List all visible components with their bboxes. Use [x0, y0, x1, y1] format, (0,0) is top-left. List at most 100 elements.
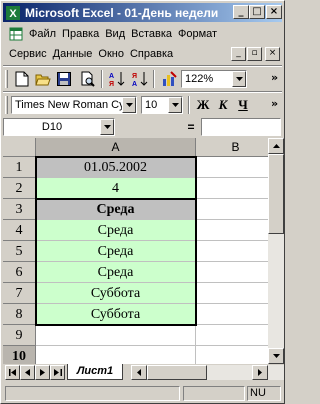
row-header-9[interactable]: 9 — [3, 325, 36, 346]
menu-format[interactable]: Формат — [175, 28, 220, 40]
row-header-6[interactable]: 6 — [3, 262, 36, 283]
underline-button[interactable]: Ч — [234, 96, 252, 114]
select-all-corner[interactable] — [3, 138, 36, 157]
doc-restore-button[interactable]: ▫ — [247, 47, 262, 61]
svg-text:Я: Я — [109, 81, 114, 87]
formula-input[interactable] — [201, 118, 281, 136]
row-header-10[interactable]: 10 — [3, 346, 36, 364]
row-header-5[interactable]: 5 — [3, 241, 36, 262]
menu-help[interactable]: Справка — [127, 48, 176, 60]
menu-tools[interactable]: Сервис — [6, 48, 50, 60]
cell-a8[interactable]: Суббота — [36, 304, 196, 325]
maximize-button[interactable]: □ — [249, 5, 265, 19]
row-header-1[interactable]: 1 — [3, 157, 36, 178]
chevron-down-icon[interactable] — [168, 97, 182, 113]
chevron-down-icon[interactable] — [100, 119, 114, 135]
minimize-button[interactable]: _ — [233, 5, 249, 19]
name-box[interactable]: D10 — [3, 118, 115, 136]
scroll-right-icon[interactable] — [252, 365, 268, 380]
title-bar: X Microsoft Excel - 01-День недели _ □ × — [3, 3, 282, 22]
print-preview-icon[interactable] — [77, 69, 98, 89]
cell-a4[interactable]: Среда — [36, 220, 196, 241]
menu-file[interactable]: Файл — [26, 28, 59, 40]
scroll-left-icon[interactable] — [131, 365, 147, 380]
cell-a9[interactable] — [36, 325, 196, 346]
prev-sheet-icon[interactable] — [20, 365, 35, 380]
cell-a1[interactable]: 01.05.2002 — [36, 157, 196, 178]
zoom-select[interactable]: 122% — [181, 70, 247, 88]
cell-a3[interactable]: Среда — [36, 199, 196, 220]
menu-bar: Файл Правка Вид Вставка Формат Сервис Да… — [3, 24, 282, 66]
menu-window[interactable]: Окно — [95, 48, 127, 60]
edit-formula-button[interactable]: = — [183, 118, 199, 136]
toolbar-overflow-icon[interactable]: » — [271, 97, 278, 110]
cell-b10[interactable] — [196, 346, 268, 364]
sort-descending-icon[interactable]: ЯА — [129, 69, 150, 89]
chevron-down-icon[interactable] — [232, 71, 246, 87]
cell-a5[interactable]: Среда — [36, 241, 196, 262]
cell-a7[interactable]: Суббота — [36, 283, 196, 304]
cell-a6[interactable]: Среда — [36, 262, 196, 283]
chart-wizard-icon[interactable] — [158, 69, 179, 89]
svg-text:А: А — [109, 73, 114, 80]
workbook-icon[interactable] — [9, 27, 23, 41]
svg-text:А: А — [132, 81, 137, 87]
font-size-select[interactable]: 10 — [141, 96, 183, 114]
bold-button[interactable]: Ж — [194, 96, 212, 114]
cell-b8[interactable] — [196, 304, 268, 325]
save-disk-icon[interactable] — [53, 69, 74, 89]
sheet-tab-bar: Лист1 — [3, 364, 284, 381]
cell-b4[interactable] — [196, 220, 268, 241]
row-header-3[interactable]: 3 — [3, 199, 36, 220]
scroll-thumb[interactable] — [268, 154, 284, 234]
menu-data[interactable]: Данные — [50, 48, 96, 60]
font-select[interactable]: Times New Roman Cyr — [11, 96, 137, 114]
doc-minimize-button[interactable]: _ — [231, 47, 246, 61]
close-button[interactable]: × — [266, 5, 282, 19]
window-title: Microsoft Excel - 01-День недели — [25, 5, 219, 20]
horizontal-scrollbar[interactable] — [131, 365, 284, 380]
toolbar-overflow-icon[interactable]: » — [271, 71, 278, 84]
toolbar-separator — [188, 96, 190, 114]
row-header-7[interactable]: 7 — [3, 283, 36, 304]
doc-close-button[interactable]: × — [265, 47, 280, 61]
cell-b3[interactable] — [196, 199, 268, 220]
toolbar-grip[interactable] — [5, 70, 8, 88]
row-header-8[interactable]: 8 — [3, 304, 36, 325]
sort-ascending-icon[interactable]: АЯ — [106, 69, 127, 89]
cell-b6[interactable] — [196, 262, 268, 283]
cell-b9[interactable] — [196, 325, 268, 346]
chevron-down-icon[interactable] — [122, 97, 136, 113]
menu-insert[interactable]: Вставка — [128, 28, 175, 40]
cell-b5[interactable] — [196, 241, 268, 262]
cell-a10[interactable] — [36, 346, 196, 364]
cell-a2[interactable]: 4 — [36, 178, 196, 199]
menu-row-1: Файл Правка Вид Вставка Формат — [3, 24, 282, 44]
toolbar-grip[interactable] — [5, 96, 8, 114]
vertical-scrollbar[interactable] — [268, 138, 284, 364]
open-folder-icon[interactable] — [32, 69, 53, 89]
scroll-up-icon[interactable] — [268, 138, 284, 154]
row-header-2[interactable]: 2 — [3, 178, 36, 199]
num-lock-indicator: NU — [247, 386, 281, 401]
row-header-4[interactable]: 4 — [3, 220, 36, 241]
zoom-value: 122% — [185, 73, 214, 85]
first-sheet-icon[interactable] — [5, 365, 20, 380]
italic-button[interactable]: К — [214, 96, 232, 114]
next-sheet-icon[interactable] — [35, 365, 50, 380]
cell-b1[interactable] — [196, 157, 268, 178]
hscroll-thumb[interactable] — [147, 365, 207, 380]
toolbar-separator — [153, 70, 155, 88]
new-document-icon[interactable] — [11, 69, 32, 89]
column-header-b[interactable]: B — [196, 138, 268, 157]
scroll-down-icon[interactable] — [268, 348, 284, 364]
excel-app-icon[interactable]: X — [5, 5, 21, 21]
cell-b2[interactable] — [196, 178, 268, 199]
column-header-a[interactable]: A — [36, 138, 196, 157]
menu-edit[interactable]: Правка — [59, 28, 102, 40]
last-sheet-icon[interactable] — [50, 365, 65, 380]
cell-b7[interactable] — [196, 283, 268, 304]
status-message — [5, 386, 180, 401]
sheet-tab-1[interactable]: Лист1 — [67, 364, 123, 380]
menu-view[interactable]: Вид — [102, 28, 128, 40]
